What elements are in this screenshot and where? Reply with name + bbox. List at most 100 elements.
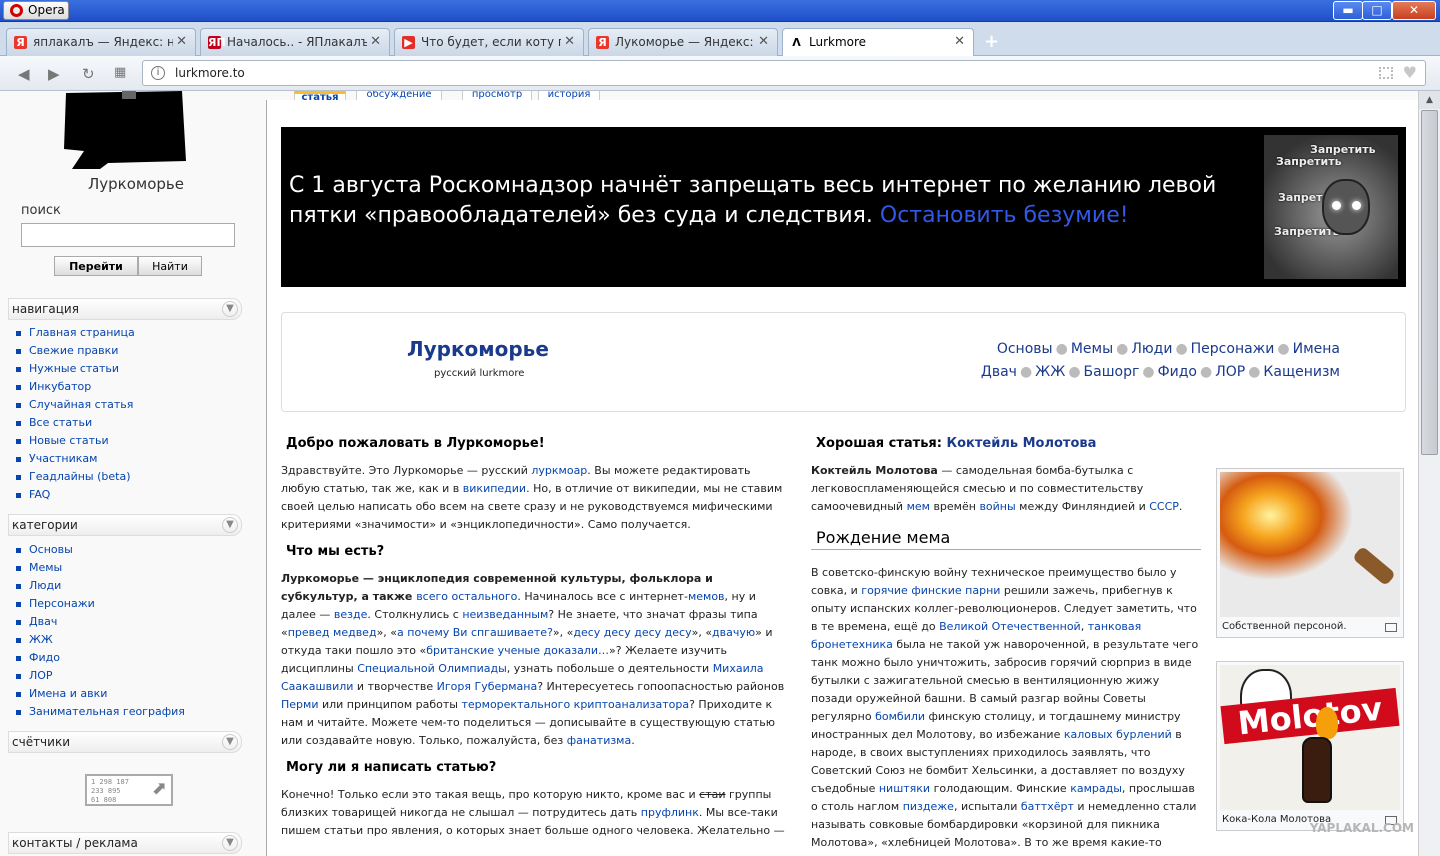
article-link[interactable]: британские ученые доказали… [426, 644, 609, 657]
sidebar-category-item[interactable]: Имена и авки [16, 685, 185, 703]
categories-portlet-header[interactable]: категории ▼ [8, 514, 242, 536]
article-link[interactable]: СССР [1149, 500, 1179, 513]
close-tab-icon[interactable]: ✕ [176, 29, 187, 55]
sidebar-nav-item[interactable]: Новые статьи [16, 432, 135, 450]
tab-3[interactable]: ▶ Что будет, если коту пр ✕ [394, 28, 584, 56]
sidebar-nav-item[interactable]: FAQ [16, 486, 135, 504]
sidebar-category-link[interactable]: Мемы [29, 561, 62, 574]
tab-2[interactable]: ЯП Началось.. - ЯПлакалъ ✕ [200, 28, 390, 56]
sidebar-category-link[interactable]: Персонажи [29, 597, 95, 610]
article-link[interactable]: всего остального [416, 590, 517, 603]
address-field[interactable]: i ♥ [142, 60, 1426, 86]
close-tab-icon[interactable]: ✕ [564, 29, 575, 55]
sidebar-nav-link[interactable]: Геадлайны (beta) [29, 470, 131, 483]
sidebar-nav-link[interactable]: Все статьи [29, 416, 92, 429]
article-link[interactable]: камрады [1070, 782, 1122, 795]
tab-4[interactable]: Я Лукоморье — Яндекс: на✕ [588, 28, 778, 56]
close-window-button[interactable]: ✕ [1392, 1, 1436, 20]
article-link[interactable]: Великой Отечественной [939, 620, 1081, 633]
article-link[interactable]: Игоря Губермана [437, 680, 538, 693]
article-link[interactable]: пиздеже [903, 800, 954, 813]
article-link[interactable]: войны [979, 500, 1015, 513]
sidebar-category-item[interactable]: ЖЖ [16, 631, 185, 649]
forward-icon[interactable]: ▶ [48, 65, 60, 83]
article-link[interactable]: превед медвед [288, 626, 377, 639]
sidebar-category-link[interactable]: Люди [29, 579, 61, 592]
liveinternet-counter[interactable]: 1 298 187 233 895 61 808 ⬈ [85, 774, 173, 806]
featured-article-link[interactable]: Коктейль Молотова [947, 436, 1097, 451]
article-link[interactable]: Перми [281, 698, 318, 711]
vertical-scrollbar[interactable]: ▲ [1418, 91, 1440, 856]
sidebar-nav-item[interactable]: Участникам [16, 450, 135, 468]
article-link[interactable]: терморектального криптоанализатора [462, 698, 690, 711]
back-icon[interactable]: ◀ [18, 65, 30, 83]
nav-portlet-header[interactable]: навигация ▼ [8, 298, 242, 320]
sidebar-category-item[interactable]: ЛОР [16, 667, 185, 685]
portal-link[interactable]: Башорг [1084, 364, 1140, 380]
scroll-up-icon[interactable]: ▲ [1419, 91, 1440, 109]
go-button[interactable]: Перейти [54, 256, 138, 276]
sidebar-nav-item[interactable]: Главная страница [16, 324, 135, 342]
sidebar-nav-link[interactable]: FAQ [29, 488, 50, 501]
sidebar-category-link[interactable]: ЖЖ [29, 633, 53, 646]
banner-link[interactable]: Остановить безумие! [880, 203, 1129, 228]
article-link[interactable]: википедии [463, 482, 526, 495]
portal-link[interactable]: ЛОР [1215, 364, 1245, 380]
article-link[interactable]: фанатизма [567, 734, 632, 747]
sidebar-nav-link[interactable]: Главная страница [29, 326, 135, 339]
url-input[interactable] [175, 64, 1275, 82]
portal-link[interactable]: Фидо [1158, 364, 1197, 380]
search-input[interactable] [21, 223, 235, 247]
portal-link[interactable]: Двач [981, 364, 1017, 380]
contacts-portlet-header[interactable]: контакты / реклама ▼ [8, 832, 242, 854]
thumb-molotov-fire[interactable]: Собственной персоной. [1216, 468, 1404, 638]
sidebar-category-item[interactable]: Двач [16, 613, 185, 631]
sidebar-nav-link[interactable]: Участникам [29, 452, 97, 465]
sidebar-category-link[interactable]: ЛОР [29, 669, 53, 682]
sidebar-category-link[interactable]: Двач [29, 615, 57, 628]
chevron-down-icon[interactable]: ▼ [222, 734, 238, 750]
thumb-molotov-cola[interactable]: Molotov Кока-Кола Молотова [1216, 661, 1404, 831]
sidebar-nav-link[interactable]: Свежие правки [29, 344, 118, 357]
article-link[interactable]: мемов [688, 590, 725, 603]
chevron-down-icon[interactable]: ▼ [222, 517, 238, 533]
speed-dial-icon[interactable]: ▦ [114, 65, 126, 80]
sidebar-category-link[interactable]: Имена и авки [29, 687, 107, 700]
article-link[interactable]: бомбили [875, 710, 925, 723]
opera-menu-button[interactable]: Opera [3, 1, 69, 20]
chevron-down-icon[interactable]: ▼ [222, 301, 238, 317]
sidebar-category-item[interactable]: Люди [16, 577, 185, 595]
sidebar-nav-item[interactable]: Геадлайны (beta) [16, 468, 135, 486]
reload-icon[interactable]: ↻ [82, 65, 95, 83]
sidebar-nav-item[interactable]: Нужные статьи [16, 360, 135, 378]
portal-link[interactable]: Кащенизм [1263, 364, 1340, 380]
portal-link[interactable]: Персонажи [1191, 341, 1275, 357]
article-link[interactable]: а почему Ви спгашиваете? [397, 626, 553, 639]
info-icon[interactable]: i [151, 66, 165, 80]
close-tab-icon[interactable]: ✕ [954, 29, 965, 55]
article-link[interactable]: пруфлинк [641, 806, 699, 819]
close-tab-icon[interactable]: ✕ [758, 29, 769, 55]
article-link[interactable]: Специальной Олимпиады [357, 662, 507, 675]
sidebar-category-item[interactable]: Занимательная география [16, 703, 185, 721]
sidebar-category-item[interactable]: Фидо [16, 649, 185, 667]
article-link[interactable]: горячие финские парни [861, 584, 1000, 597]
lurkmore-logo-icon[interactable] [62, 91, 202, 171]
sidebar-nav-link[interactable]: Случайная статья [29, 398, 133, 411]
sidebar-category-link[interactable]: Основы [29, 543, 73, 556]
article-link[interactable]: двачую [712, 626, 755, 639]
speed-dial-add-icon[interactable] [1379, 67, 1393, 79]
sidebar-category-link[interactable]: Занимательная география [29, 705, 185, 718]
maximize-button[interactable]: □ [1362, 1, 1392, 20]
portal-link[interactable]: Имена [1293, 341, 1340, 357]
sidebar-nav-item[interactable]: Инкубатор [16, 378, 135, 396]
scroll-thumb[interactable] [1421, 110, 1438, 455]
chevron-down-icon[interactable]: ▼ [222, 835, 238, 851]
portal-link[interactable]: Люди [1131, 341, 1172, 357]
sidebar-category-item[interactable]: Основы [16, 541, 185, 559]
sidebar-nav-item[interactable]: Все статьи [16, 414, 135, 432]
sidebar-nav-link[interactable]: Инкубатор [29, 380, 91, 393]
article-link[interactable]: луркмоар [531, 464, 587, 477]
sidebar-category-item[interactable]: Персонажи [16, 595, 185, 613]
enlarge-icon[interactable] [1385, 623, 1397, 632]
